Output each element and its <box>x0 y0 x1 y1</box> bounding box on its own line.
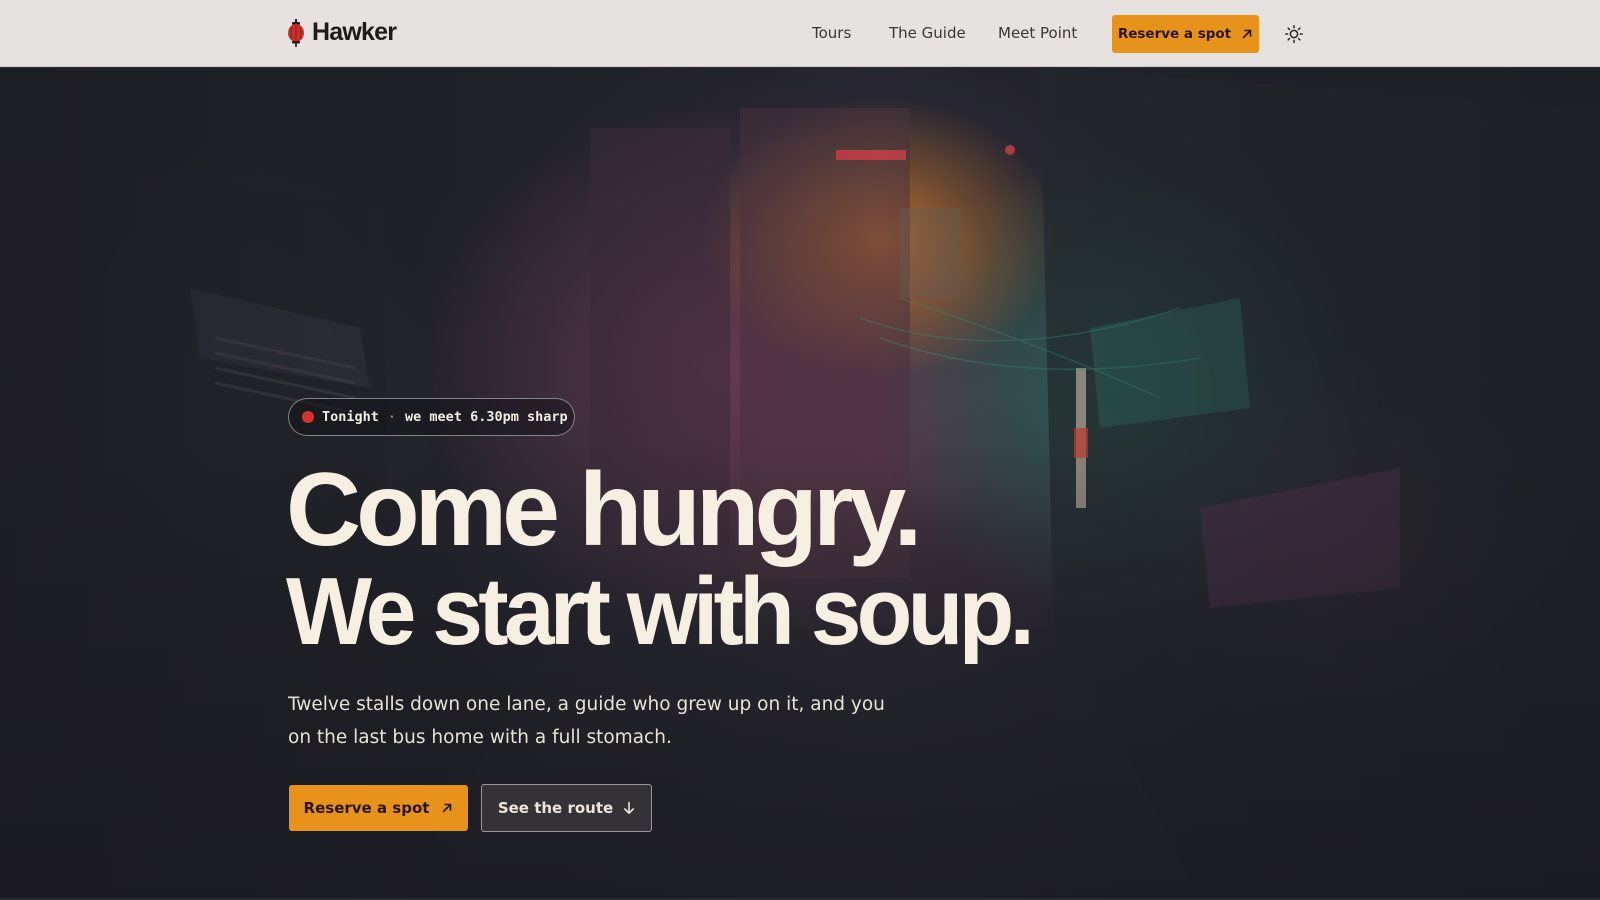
lantern-icon <box>288 18 304 47</box>
top-navigation: Hawker Tours The Guide Meet Point Reserv… <box>0 0 1600 67</box>
theme-toggle-button[interactable] <box>1284 24 1304 44</box>
hero-headline: Come hungry. We start with soup. <box>286 458 1069 660</box>
see-route-button[interactable]: See the route <box>481 784 652 832</box>
see-route-label: See the route <box>497 799 614 817</box>
status-badge: Tonight · we meet 6.30pm sharp <box>288 398 575 436</box>
arrow-down-icon <box>624 801 635 814</box>
brand-logo[interactable]: Hawker <box>287 18 397 47</box>
live-dot-icon <box>302 411 314 423</box>
reserve-spot-label: Reserve a spot <box>303 799 430 817</box>
badge-detail: we meet 6.30pm sharp <box>405 409 568 425</box>
reserve-spot-button[interactable]: Reserve a spot <box>289 785 468 831</box>
nav-link-meet-point[interactable]: Meet Point <box>998 24 1077 42</box>
header-reserve-label: Reserve a spot <box>1117 26 1232 42</box>
arrow-up-right-icon <box>443 803 452 813</box>
header-reserve-button[interactable]: Reserve a spot <box>1112 15 1259 53</box>
hero-description: Twelve stalls down one lane, a guide who… <box>288 694 885 748</box>
badge-separator: · <box>387 409 397 425</box>
headline-line-2: We start with soup. <box>286 558 1035 665</box>
sun-icon <box>1285 25 1303 43</box>
nav-link-tours[interactable]: Tours <box>812 24 851 42</box>
arrow-up-right-icon <box>1242 29 1252 39</box>
headline-line-1: Come hungry. <box>286 452 922 568</box>
nav-link-the-guide[interactable]: The Guide <box>889 24 966 42</box>
brand-name: Hawker <box>312 18 397 46</box>
badge-status: Tonight <box>322 409 379 425</box>
